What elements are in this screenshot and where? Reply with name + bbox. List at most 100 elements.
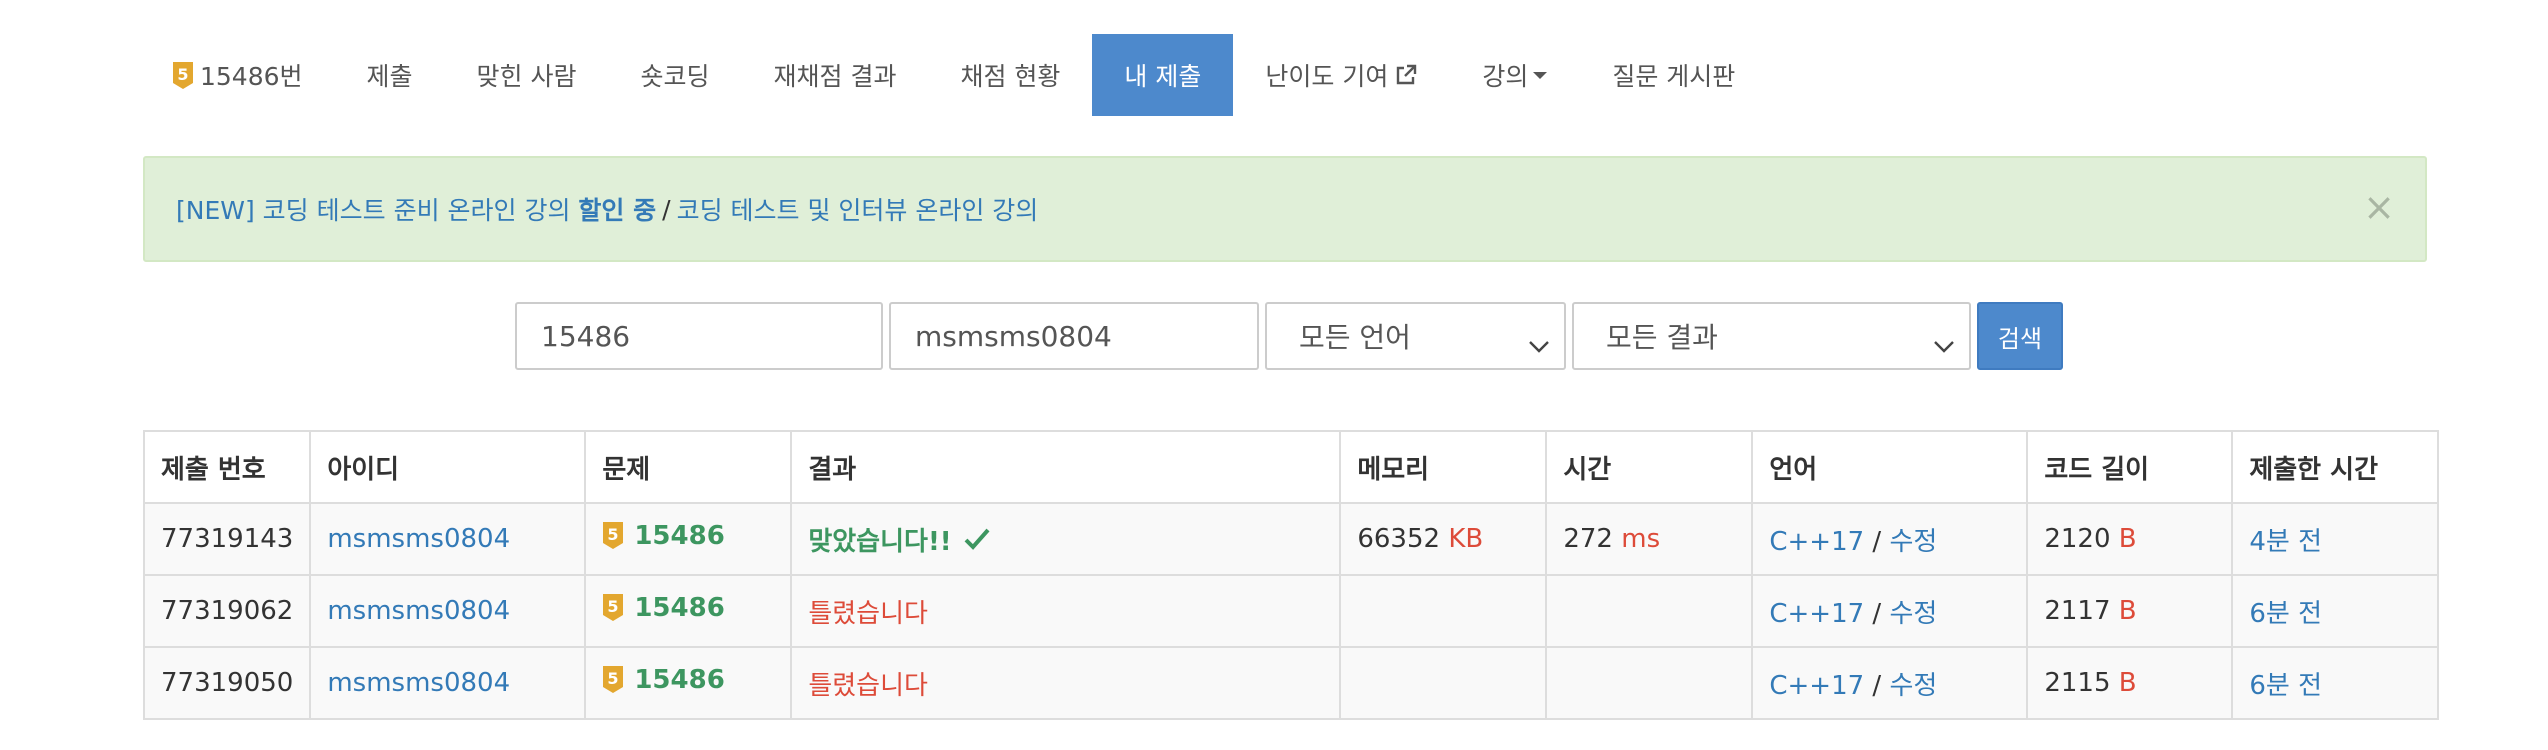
close-icon[interactable]: ×: [2363, 188, 2395, 226]
code-length-value: 2117: [2044, 596, 2111, 626]
memory-cell: [1339, 646, 1548, 720]
table-row: 77319050 msmsms0804 5 15486 틀렸습니다 C++17 …: [142, 646, 2440, 720]
result-accepted: 맞았습니다!!: [808, 521, 990, 558]
time-cell: [1545, 646, 1754, 720]
header-user-id: 아이디: [309, 430, 587, 504]
table-row: 77319143 msmsms0804 5 15486 맞았습니다!! 6635…: [142, 502, 2440, 576]
time-cell: 272 ms: [1545, 502, 1754, 576]
nav-qna-board[interactable]: 질문 게시판: [1580, 34, 1767, 116]
status-search-form: 15486 msmsms0804 모든 언어 모든 결과 검색: [515, 302, 2063, 370]
announcement-link-2[interactable]: 코딩 테스트 및 인터뷰 온라인 강의: [677, 191, 1039, 227]
memory-unit: KB: [1448, 524, 1484, 554]
header-time: 시간: [1545, 430, 1754, 504]
external-link-icon: [1394, 63, 1418, 87]
edit-link[interactable]: 수정: [1889, 671, 1937, 701]
language-cell: C++17 / 수정: [1751, 574, 2029, 648]
announcement-text: [NEW] 코딩 테스트 준비 온라인 강의: [176, 196, 579, 225]
language-select-value: 모든 언어: [1299, 321, 1411, 354]
nav-rejudge-results[interactable]: 재채점 결과: [742, 34, 929, 116]
problem-link[interactable]: 5 15486: [602, 520, 725, 551]
check-icon: [964, 527, 990, 551]
code-length-cell: 2117 B: [2026, 574, 2234, 648]
nav-solved-users[interactable]: 맞힌 사람: [445, 34, 609, 116]
code-length-unit: B: [2118, 596, 2137, 626]
tier-badge-text: 5: [608, 669, 619, 688]
table-row: 77319062 msmsms0804 5 15486 틀렸습니다 C++17 …: [142, 574, 2440, 648]
submitted-time-link[interactable]: 6분 전: [2249, 671, 2322, 701]
result-select[interactable]: 모든 결과: [1572, 302, 1971, 370]
tier-badge-text: 5: [177, 65, 188, 84]
chevron-down-icon: [1933, 328, 1955, 361]
language-cell: C++17 / 수정: [1751, 502, 2029, 576]
nav-my-submissions[interactable]: 내 제출: [1092, 34, 1234, 116]
submitted-time-link[interactable]: 4분 전: [2249, 527, 2322, 557]
problem-number: 15486: [634, 592, 725, 623]
nav-problem-label: 15486번: [200, 62, 303, 91]
problem-number: 15486: [634, 520, 725, 551]
problem-number: 15486: [634, 664, 725, 695]
user-link[interactable]: msmsms0804: [327, 596, 510, 626]
result-wrong: 틀렸습니다: [808, 598, 928, 629]
memory-value: 66352: [1357, 524, 1441, 554]
result-select-value: 모든 결과: [1606, 321, 1718, 354]
tier-badge-icon: 5: [602, 593, 624, 622]
header-memory: 메모리: [1339, 430, 1548, 504]
header-language: 언어: [1751, 430, 2029, 504]
code-length-value: 2120: [2044, 524, 2111, 554]
nav-judge-status[interactable]: 채점 현황: [928, 34, 1092, 116]
language-separator: /: [1872, 526, 1882, 557]
code-length-value: 2115: [2044, 668, 2111, 698]
problem-link[interactable]: 5 15486: [602, 664, 725, 695]
header-submitted-time: 제출한 시간: [2231, 430, 2440, 504]
tier-badge-icon: 5: [602, 521, 624, 550]
memory-cell: 66352 KB: [1339, 502, 1548, 576]
problem-id-input[interactable]: 15486: [515, 302, 883, 370]
code-length-cell: 2120 B: [2026, 502, 2234, 576]
submitted-time-link[interactable]: 6분 전: [2249, 599, 2322, 629]
language-separator: /: [1872, 598, 1882, 629]
nav-difficulty-contribution[interactable]: 난이도 기여: [1233, 34, 1450, 116]
nav-submit[interactable]: 제출: [335, 34, 445, 116]
code-length-cell: 2115 B: [2026, 646, 2234, 720]
problem-nav: 5 15486번 제출 맞힌 사람 숏코딩 재채점 결과 채점 현황 내 제출 …: [154, 34, 1767, 116]
announcement-sale-text: 할인 중: [578, 196, 657, 225]
table-header-row: 제출 번호 아이디 문제 결과 메모리 시간 언어 코드 길이 제출한 시간: [142, 430, 2440, 504]
code-length-unit: B: [2118, 524, 2137, 554]
chevron-down-icon: [1528, 328, 1550, 361]
nav-lectures[interactable]: 강의: [1450, 34, 1580, 116]
language-select[interactable]: 모든 언어: [1265, 302, 1566, 370]
edit-link[interactable]: 수정: [1889, 599, 1937, 629]
language-link[interactable]: C++17: [1769, 599, 1864, 629]
nav-short-coding[interactable]: 숏코딩: [609, 34, 742, 116]
result-text: 맞았습니다!!: [808, 526, 952, 557]
header-result: 결과: [790, 430, 1342, 504]
time-value: 272: [1563, 524, 1613, 554]
submission-id: 77319062: [142, 574, 312, 648]
code-length-unit: B: [2118, 668, 2137, 698]
edit-link[interactable]: 수정: [1889, 527, 1937, 557]
memory-cell: [1339, 574, 1548, 648]
search-button[interactable]: 검색: [1977, 302, 2063, 370]
tier-badge-text: 5: [608, 597, 619, 616]
header-code-length: 코드 길이: [2026, 430, 2234, 504]
header-problem: 문제: [584, 430, 793, 504]
caret-down-icon: [1532, 70, 1548, 80]
tier-badge-text: 5: [608, 525, 619, 544]
nav-problem[interactable]: 5 15486번: [154, 34, 335, 116]
user-link[interactable]: msmsms0804: [327, 524, 510, 554]
announcement-link-1[interactable]: [NEW] 코딩 테스트 준비 온라인 강의 할인 중: [176, 191, 656, 227]
user-link[interactable]: msmsms0804: [327, 668, 510, 698]
language-link[interactable]: C++17: [1769, 527, 1864, 557]
language-cell: C++17 / 수정: [1751, 646, 2029, 720]
announcement-separator: /: [662, 194, 671, 224]
user-id-input[interactable]: msmsms0804: [889, 302, 1259, 370]
submissions-table: 제출 번호 아이디 문제 결과 메모리 시간 언어 코드 길이 제출한 시간 7…: [142, 430, 2440, 720]
language-link[interactable]: C++17: [1769, 671, 1864, 701]
submission-id: 77319050: [142, 646, 312, 720]
language-separator: /: [1872, 670, 1882, 701]
time-unit: ms: [1621, 524, 1661, 554]
submission-id: 77319143: [142, 502, 312, 576]
nav-difficulty-label: 난이도 기여: [1265, 62, 1389, 91]
tier-badge-icon: 5: [172, 61, 194, 90]
problem-link[interactable]: 5 15486: [602, 592, 725, 623]
